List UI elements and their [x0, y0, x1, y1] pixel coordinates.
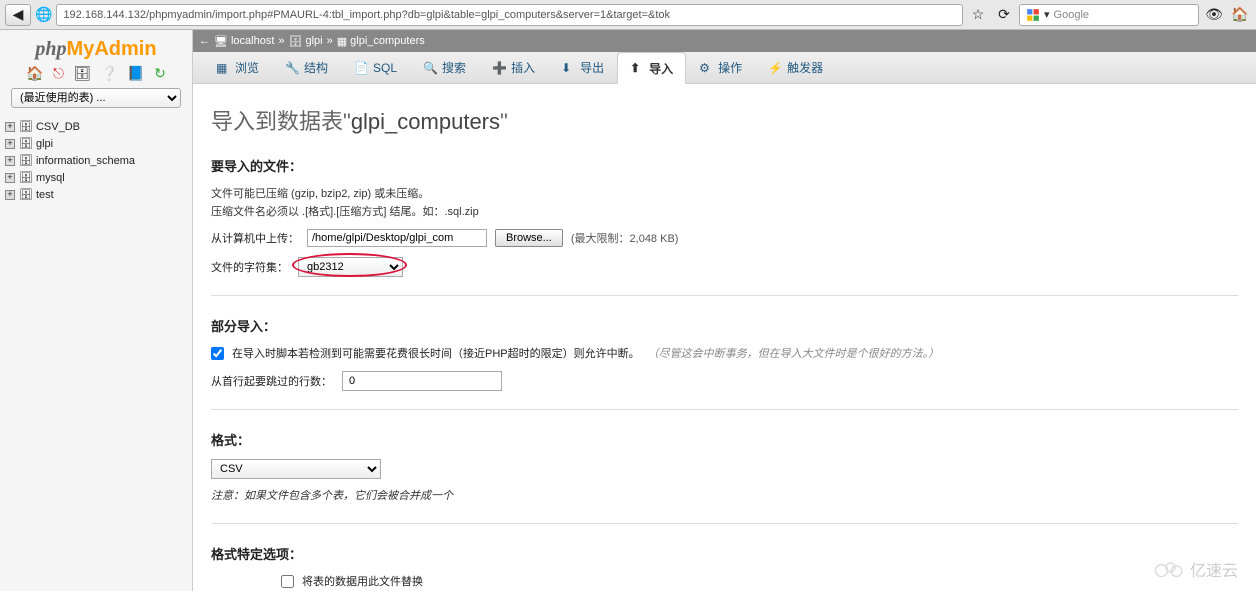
checkbox-label: 在导入时脚本若检测到可能需要花费很长时间（接近PHP超时的限定）则允许中断。 — [232, 345, 640, 361]
db-item[interactable]: +🗄information_schema — [5, 152, 187, 169]
binoculars-icon[interactable]: 👁 — [1203, 4, 1225, 26]
tab-insert[interactable]: ➕插入 — [479, 52, 548, 83]
reload-icon[interactable]: ↻ — [154, 65, 166, 81]
db-item[interactable]: +🗄CSV_DB — [5, 118, 187, 135]
compress-note: 文件可能已压缩 (gzip, bzip2, zip) 或未压缩。 — [211, 185, 1238, 201]
format-section: 格式： CSV 注意：如果文件包含多个表，它们会被合并成一个 — [211, 430, 1238, 524]
tab-structure[interactable]: 🔧结构 — [272, 52, 341, 83]
allow-interrupt-checkbox[interactable] — [211, 347, 224, 360]
table-icon: ▦ — [337, 35, 347, 48]
expand-icon[interactable]: + — [5, 156, 15, 166]
filename-note: 压缩文件名必须以 .[格式].[压缩方式] 结尾。如：.sql.zip — [211, 203, 1238, 219]
help-icon[interactable]: ❔ — [101, 65, 118, 81]
tab-sql[interactable]: 📄SQL — [341, 52, 410, 83]
trigger-icon: ⚡ — [768, 61, 782, 75]
database-icon: 🗄 — [19, 171, 33, 184]
database-icon: 🗄 — [19, 154, 33, 167]
collapse-icon[interactable]: ← — [199, 35, 210, 47]
expand-icon[interactable]: + — [5, 173, 15, 183]
recent-tables-select[interactable]: (最近使用的表) ... — [11, 88, 181, 108]
browser-toolbar: ◀ 🌐 192.168.144.132/phpmyadmin/import.ph… — [0, 0, 1256, 30]
breadcrumb-server[interactable]: 🖥localhost — [214, 35, 274, 48]
watermark: 亿速云 — [1154, 557, 1238, 581]
db-item[interactable]: +🗄test — [5, 186, 187, 203]
home-icon[interactable]: 🏠 — [1229, 4, 1251, 26]
skip-rows-label: 从首行起要跳过的行数： — [211, 373, 332, 389]
partial-import-section: 部分导入： 在导入时脚本若检测到可能需要花费很长时间（接近PHP超时的限定）则允… — [211, 316, 1238, 410]
charset-label: 文件的字符集： — [211, 259, 288, 275]
database-list: +🗄CSV_DB +🗄glpi +🗄information_schema +🗄m… — [5, 118, 187, 203]
tab-import[interactable]: ⬆导入 — [617, 52, 686, 84]
browse-button[interactable]: Browse... — [495, 229, 563, 247]
sql-icon[interactable]: 🗄 — [73, 65, 91, 81]
star-icon[interactable]: ☆ — [967, 4, 989, 26]
checkbox-note: （尽管这会中断事务，但在导入大文件时是个很好的方法。） — [648, 345, 940, 361]
reload-icon[interactable]: ⟳ — [993, 4, 1015, 26]
max-limit-label: (最大限制：2,048 KB) — [571, 230, 679, 246]
page-title: 导入到数据表"glpi_computers" — [211, 104, 1238, 136]
structure-icon: 🔧 — [285, 61, 299, 75]
tab-browse[interactable]: ▦浏览 — [203, 52, 272, 83]
docs-icon[interactable]: 📘 — [127, 65, 144, 81]
sql-icon: 📄 — [354, 61, 368, 75]
file-import-section: 要导入的文件： 文件可能已压缩 (gzip, bzip2, zip) 或未压缩。… — [211, 156, 1238, 296]
expand-icon[interactable]: + — [5, 139, 15, 149]
charset-select[interactable]: gb2312 — [298, 257, 403, 277]
replace-label: 将表的数据用此文件替换 — [302, 573, 423, 589]
breadcrumb-bar: ← 🖥localhost » 🗄glpi » ▦glpi_computers — [193, 30, 1256, 52]
tab-triggers[interactable]: ⚡触发器 — [755, 52, 836, 83]
database-icon: 🗄 — [19, 137, 33, 150]
browse-icon: ▦ — [216, 61, 230, 75]
search-box[interactable]: ▾ Google — [1019, 4, 1199, 26]
breadcrumb-table[interactable]: ▦glpi_computers — [337, 35, 425, 48]
logo: phpMyAdmin — [5, 38, 187, 61]
db-item[interactable]: +🗄glpi — [5, 135, 187, 152]
insert-icon: ➕ — [492, 61, 506, 75]
sidebar-quick-icons: 🏠 ⎋ 🗄 ❔ 📘 ↻ — [5, 65, 187, 82]
google-icon — [1026, 8, 1040, 22]
section-title: 部分导入： — [211, 316, 1238, 335]
globe-icon: 🌐 — [35, 6, 52, 23]
skip-rows-input[interactable] — [342, 371, 502, 391]
gear-icon: ⚙ — [699, 61, 713, 75]
expand-icon[interactable]: + — [5, 122, 15, 132]
back-button[interactable]: ◀ — [5, 4, 31, 26]
section-title: 格式： — [211, 430, 1238, 449]
tab-export[interactable]: ⬇导出 — [548, 52, 617, 83]
tabs: ▦浏览 🔧结构 📄SQL 🔍搜索 ➕插入 ⬇导出 ⬆导入 ⚙操作 ⚡触发器 — [193, 52, 1256, 84]
replace-data-checkbox[interactable] — [281, 575, 294, 588]
server-icon: 🖥 — [214, 35, 228, 48]
db-item[interactable]: +🗄mysql — [5, 169, 187, 186]
search-icon: 🔍 — [423, 61, 437, 75]
url-bar[interactable]: 192.168.144.132/phpmyadmin/import.php#PM… — [56, 4, 963, 26]
export-icon: ⬇ — [561, 61, 575, 75]
section-title: 格式特定选项： — [211, 544, 1238, 563]
home-icon[interactable]: 🏠 — [26, 65, 43, 81]
cloud-icon — [1154, 559, 1184, 579]
breadcrumb-db[interactable]: 🗄glpi — [289, 35, 323, 48]
main-content: ← 🖥localhost » 🗄glpi » ▦glpi_computers ▦… — [193, 30, 1256, 591]
database-icon: 🗄 — [19, 120, 33, 133]
expand-icon[interactable]: + — [5, 190, 15, 200]
database-icon: 🗄 — [289, 35, 303, 48]
tab-search[interactable]: 🔍搜索 — [410, 52, 479, 83]
file-path-input[interactable] — [307, 229, 487, 247]
format-options-section: 格式特定选项： 将表的数据用此文件替换 字段分隔符： — [211, 544, 1238, 591]
sidebar: phpMyAdmin 🏠 ⎋ 🗄 ❔ 📘 ↻ (最近使用的表) ... +🗄CS… — [0, 30, 193, 591]
format-note: 注意：如果文件包含多个表，它们会被合并成一个 — [211, 487, 1238, 503]
import-icon: ⬆ — [630, 61, 644, 75]
database-icon: 🗄 — [19, 188, 33, 201]
section-title: 要导入的文件： — [211, 156, 1238, 175]
upload-label: 从计算机中上传： — [211, 230, 299, 246]
tab-operations[interactable]: ⚙操作 — [686, 52, 755, 83]
exit-icon[interactable]: ⎋ — [53, 65, 64, 81]
format-select[interactable]: CSV — [211, 459, 381, 479]
